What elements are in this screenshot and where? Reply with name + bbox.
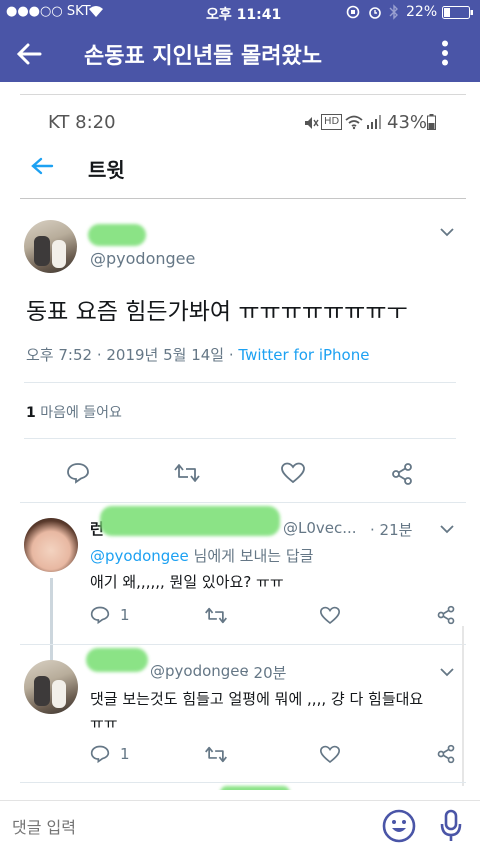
reply-icon[interactable]: [90, 605, 110, 625]
divider: [20, 94, 466, 95]
share-icon[interactable]: [436, 744, 456, 764]
scrollbar[interactable]: [462, 626, 464, 786]
rotation-lock-icon: [346, 5, 360, 19]
microphone-icon[interactable]: [440, 809, 462, 843]
mute-icon: [303, 115, 319, 131]
battery-percent: 22%: [406, 4, 438, 20]
reply-to-handle[interactable]: @pyodongee: [90, 547, 189, 565]
avatar[interactable]: [24, 518, 78, 572]
tweet-header-title: 트윗: [88, 158, 125, 182]
chevron-down-icon[interactable]: [440, 525, 454, 534]
alarm-icon: [368, 5, 382, 19]
battery-icon: [427, 114, 436, 130]
comment-input[interactable]: [0, 801, 370, 853]
hd-icon: HD: [321, 114, 343, 130]
divider: [24, 382, 456, 383]
reply-handle[interactable]: @pyodongee: [150, 662, 249, 680]
reply-text-line-2: ㅠㅠ: [90, 714, 118, 732]
like-heart-icon[interactable]: [320, 745, 340, 764]
redacted-name: [100, 506, 280, 536]
reply-time: · 21분: [370, 521, 413, 539]
redacted-name: [88, 224, 146, 246]
divider: [20, 782, 466, 783]
comment-composer: [0, 800, 480, 854]
like-heart-icon[interactable]: [281, 462, 305, 484]
reply-icon[interactable]: [66, 461, 90, 485]
inner-carrier-time: KT 8:20: [48, 112, 116, 133]
tweet-source-link[interactable]: Twitter for iPhone: [238, 346, 369, 364]
status-bar: ●●●○○ SKT 오후 11:41 22%: [0, 0, 480, 26]
divider: [20, 198, 466, 199]
redacted-name: [220, 786, 290, 790]
reply-to-label: 님에게 보내는 답글: [188, 547, 314, 565]
emoji-icon[interactable]: [382, 809, 416, 843]
tweet-text: 동표 요즘 힘든가봐여 ㅠㅠㅠㅠㅠㅠㅠㅜ: [26, 299, 408, 325]
avatar[interactable]: [24, 220, 77, 273]
battery-icon: [442, 6, 474, 19]
back-arrow-icon[interactable]: [30, 156, 54, 176]
wifi-icon: [344, 114, 364, 130]
divider: [20, 502, 466, 503]
more-vert-icon[interactable]: [441, 40, 449, 66]
reply-count: 1: [120, 745, 130, 763]
reply-count: 1: [120, 606, 130, 624]
embedded-screenshot: KT 8:20 HD 43% 트윗 @pyodongee 동표 요즘 힘든가봐여…: [0, 82, 480, 790]
reply-text-line-1: 댓글 보는것도 힘들고 얼평에 뭐에 ,,,, 걍 다 힘들대요: [90, 690, 424, 708]
reply-text: 애기 왜,,,,,, 뭔일 있아요? ㅠㅠ: [90, 573, 284, 591]
like-heart-icon[interactable]: [320, 606, 340, 625]
divider: [24, 438, 456, 439]
retweet-icon[interactable]: [204, 606, 228, 625]
arrow-left-icon[interactable]: [16, 42, 42, 66]
share-icon[interactable]: [390, 462, 414, 486]
app-bar: 손동표 지인년들 몰려왔노: [0, 26, 480, 82]
wifi-icon: [88, 5, 104, 18]
tweet-handle[interactable]: @pyodongee: [90, 249, 195, 268]
page-title: 손동표 지인년들 몰려왔노: [84, 44, 322, 69]
reply-handle[interactable]: @L0vec...: [283, 519, 357, 537]
reply-context: @pyodongee 님에게 보내는 답글: [90, 545, 313, 566]
chevron-down-icon[interactable]: [440, 228, 454, 237]
share-icon[interactable]: [436, 605, 456, 625]
reply-time: · 20분: [244, 664, 287, 682]
inner-battery-percent: 43%: [387, 112, 428, 133]
likes-label: 마음에 들어요: [35, 405, 122, 421]
chevron-down-icon[interactable]: [440, 668, 454, 677]
retweet-icon[interactable]: [173, 462, 201, 484]
signal-icon: [366, 114, 382, 130]
retweet-icon[interactable]: [204, 745, 228, 764]
reply-icon[interactable]: [90, 744, 110, 764]
divider: [20, 644, 466, 645]
likes-row[interactable]: 1 마음에 들어요: [26, 402, 122, 422]
redacted-name: [86, 648, 148, 672]
clock: 오후 11:41: [206, 7, 282, 23]
avatar[interactable]: [24, 660, 78, 714]
tweet-meta: 오후 7:52 · 2019년 5월 14일 · Twitter for iPh…: [26, 344, 369, 365]
tweet-timestamp: 오후 7:52 · 2019년 5월 14일 ·: [26, 346, 239, 364]
carrier-label: ●●●○○ SKT: [6, 4, 91, 19]
bluetooth-icon: [389, 4, 399, 20]
likes-count: 1: [26, 405, 36, 421]
